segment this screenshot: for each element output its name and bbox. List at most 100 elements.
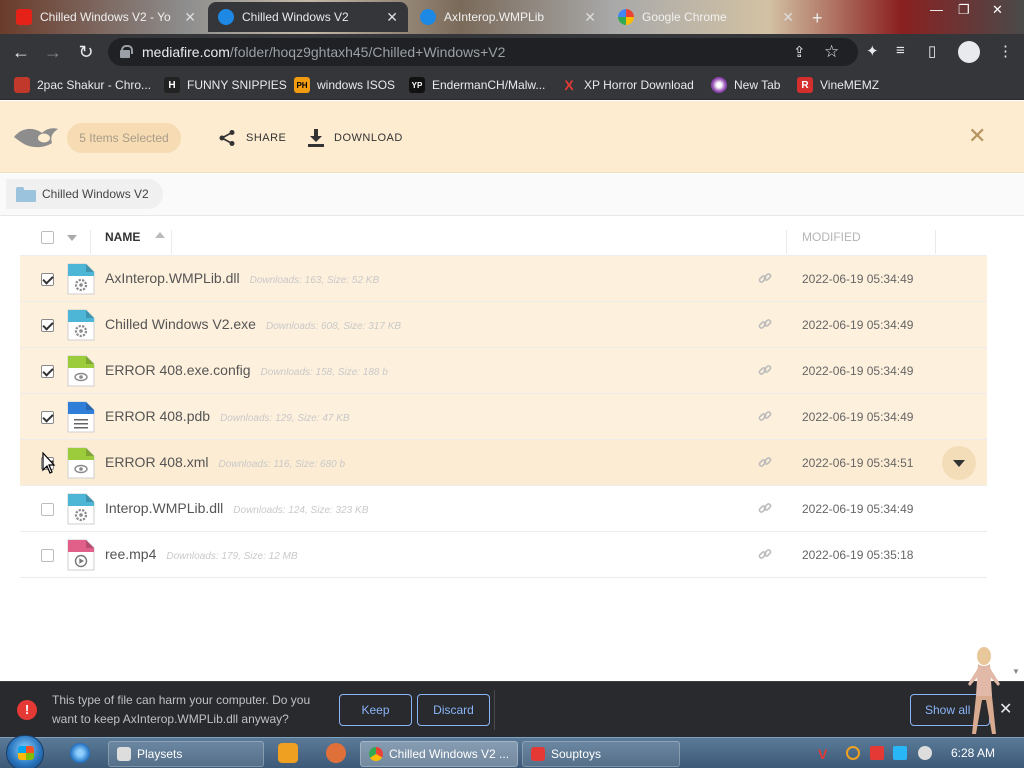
row-checkbox[interactable] [41,273,54,286]
window-close-icon[interactable]: ✕ [992,2,1003,18]
bookmark-item[interactable]: New Tab [711,76,780,94]
copy-link-icon[interactable] [758,501,772,515]
close-tab-icon[interactable]: ✕ [782,9,794,26]
internet-explorer-icon[interactable] [70,743,90,763]
scroll-down-icon[interactable]: ▼ [1012,667,1020,676]
share-page-icon[interactable]: ⇪ [793,43,806,61]
selection-toolbar: 5 Items Selected SHARE DOWNLOAD ✕ [0,101,1024,173]
table-row[interactable]: AxInterop.WMPLib.dll Downloads: 163, Size… [20,256,987,302]
copy-link-icon[interactable] [758,317,772,331]
taskbar-clock[interactable]: 6:28 AM [951,746,995,760]
clear-selection-close-icon[interactable]: ✕ [968,125,986,147]
row-checkbox[interactable] [41,319,54,332]
copy-link-icon[interactable] [758,547,772,561]
copy-link-icon[interactable] [758,271,772,285]
address-bar[interactable]: mediafire.com/folder/hoqz9ghtaxh45/Chill… [108,38,858,66]
tab-youtube[interactable]: Chilled Windows V2 - Yo ✕ [6,2,206,32]
breadcrumb: Chilled Windows V2 [0,174,1024,216]
tray-v-icon[interactable]: V [818,746,832,762]
table-row[interactable]: ERROR 408.pdb Downloads: 129, Size: 47 KB… [20,394,987,440]
restore-icon[interactable]: ❐ [958,2,970,18]
row-checkbox[interactable] [41,503,54,516]
taskbar-item-playsets[interactable]: Playsets [108,741,264,767]
tray-flag-icon[interactable] [870,746,884,760]
close-tab-icon[interactable]: ✕ [584,9,596,26]
row-options-chevron-down-icon[interactable] [942,446,976,480]
bookmark-item[interactable]: 2pac Shakur - Chro... [14,76,151,94]
table-row[interactable]: ree.mp4 Downloads: 179, Size: 12 MB 2022-0… [20,532,987,578]
tab-mediafire[interactable]: Chilled Windows V2 ✕ [208,2,408,32]
keep-button[interactable]: Keep [339,694,412,726]
tab-google[interactable]: Google Chrome ✕ [608,2,804,32]
profile-avatar-icon[interactable] [958,41,980,63]
mediafire-page: 5 Items Selected SHARE DOWNLOAD ✕ Chille… [0,101,1024,681]
table-row[interactable]: ERROR 408.xml Downloads: 116, Size: 680 b… [20,440,987,486]
table-row[interactable]: Interop.WMPLib.dll Downloads: 124, Size: … [20,486,987,532]
forward-arrow-icon[interactable]: → [42,41,64,63]
bookmark-2pac-icon [14,77,30,93]
paint-icon[interactable] [326,743,346,763]
breadcrumb-folder[interactable]: Chilled Windows V2 [6,179,163,209]
bookmark-newtab-icon [711,77,727,93]
discard-button[interactable]: Discard [417,694,490,726]
copy-link-icon[interactable] [758,409,772,423]
share-icon [219,130,235,146]
copy-link-icon[interactable] [758,455,772,469]
share-button[interactable]: SHARE [218,129,286,147]
media-playlist-icon[interactable]: ≡ [896,42,905,59]
file-name-cell: Interop.WMPLib.dll Downloads: 124, Size: … [105,500,368,516]
bookmark-item[interactable]: R VineMEMZ [797,76,879,94]
tab-axinterop[interactable]: AxInterop.WMPLib ✕ [410,2,606,32]
bookmark-item[interactable]: H FUNNY SNIPPIES [164,76,287,94]
copy-link-icon[interactable] [758,363,772,377]
bookmark-ph-icon: PH [294,77,310,93]
sort-ascending-icon[interactable] [155,232,165,238]
column-header-name[interactable]: NAME [105,230,140,244]
row-checkbox[interactable] [41,365,54,378]
file-name[interactable]: ERROR 408.xml [105,454,208,470]
file-name[interactable]: ree.mp4 [105,546,156,562]
taskbar-item-souptoys[interactable]: Souptoys [522,741,680,767]
column-header-modified[interactable]: MODIFIED [802,230,861,244]
new-tab-button[interactable]: + [812,8,823,29]
bookmark-star-icon[interactable]: ☆ [824,42,839,62]
tray-volume-icon[interactable] [918,746,932,760]
browser-toolbar: ← → ↻ mediafire.com/folder/hoqz9ghtaxh45… [0,34,1024,70]
select-all-checkbox[interactable] [41,231,54,244]
select-options-chevron-down-icon[interactable] [67,235,77,241]
tray-display-icon[interactable] [893,746,907,760]
side-panel-icon[interactable]: ▯ [928,42,936,60]
file-name-cell: ERROR 408.exe.config Downloads: 158, Size… [105,362,388,378]
warning-icon: ! [17,700,37,720]
tray-search-icon[interactable] [846,746,860,760]
menu-kebab-icon[interactable]: ⋮ [998,42,1013,60]
extensions-icon[interactable]: ✦ [866,42,879,60]
bookmark-item[interactable]: YP EndermanCH/Malw... [409,76,545,94]
table-row[interactable]: Chilled Windows V2.exe Downloads: 608, Si… [20,302,987,348]
media-player-icon[interactable] [278,743,298,763]
table-row[interactable]: ERROR 408.exe.config Downloads: 158, Size… [20,348,987,394]
config-file-icon [67,355,95,387]
folder-icon [16,186,36,202]
file-name[interactable]: ERROR 408.pdb [105,408,210,424]
bookmark-item[interactable]: X XP Horror Download [561,76,694,94]
file-name[interactable]: Chilled Windows V2.exe [105,316,256,332]
reload-icon[interactable]: ↻ [75,41,97,63]
column-divider [786,230,787,254]
browser-tab-strip: Chilled Windows V2 - Yo ✕ Chilled Window… [0,0,1024,34]
back-arrow-icon[interactable]: ← [10,41,32,63]
file-name[interactable]: ERROR 408.exe.config [105,362,251,378]
close-tab-icon[interactable]: ✕ [386,9,398,26]
minimize-icon[interactable]: — [930,2,943,17]
start-orb-icon[interactable] [6,735,44,768]
row-checkbox[interactable] [41,549,54,562]
row-checkbox[interactable] [41,411,54,424]
bookmark-item[interactable]: PH windows ISOS [294,76,395,94]
taskbar-item-chrome[interactable]: Chilled Windows V2 ... [360,741,518,767]
download-button[interactable]: DOWNLOAD [308,129,403,147]
pdb-file-icon [67,401,95,433]
file-name[interactable]: AxInterop.WMPLib.dll [105,270,240,286]
xml-file-icon [67,447,95,479]
file-name[interactable]: Interop.WMPLib.dll [105,500,223,516]
close-tab-icon[interactable]: ✕ [184,9,196,26]
